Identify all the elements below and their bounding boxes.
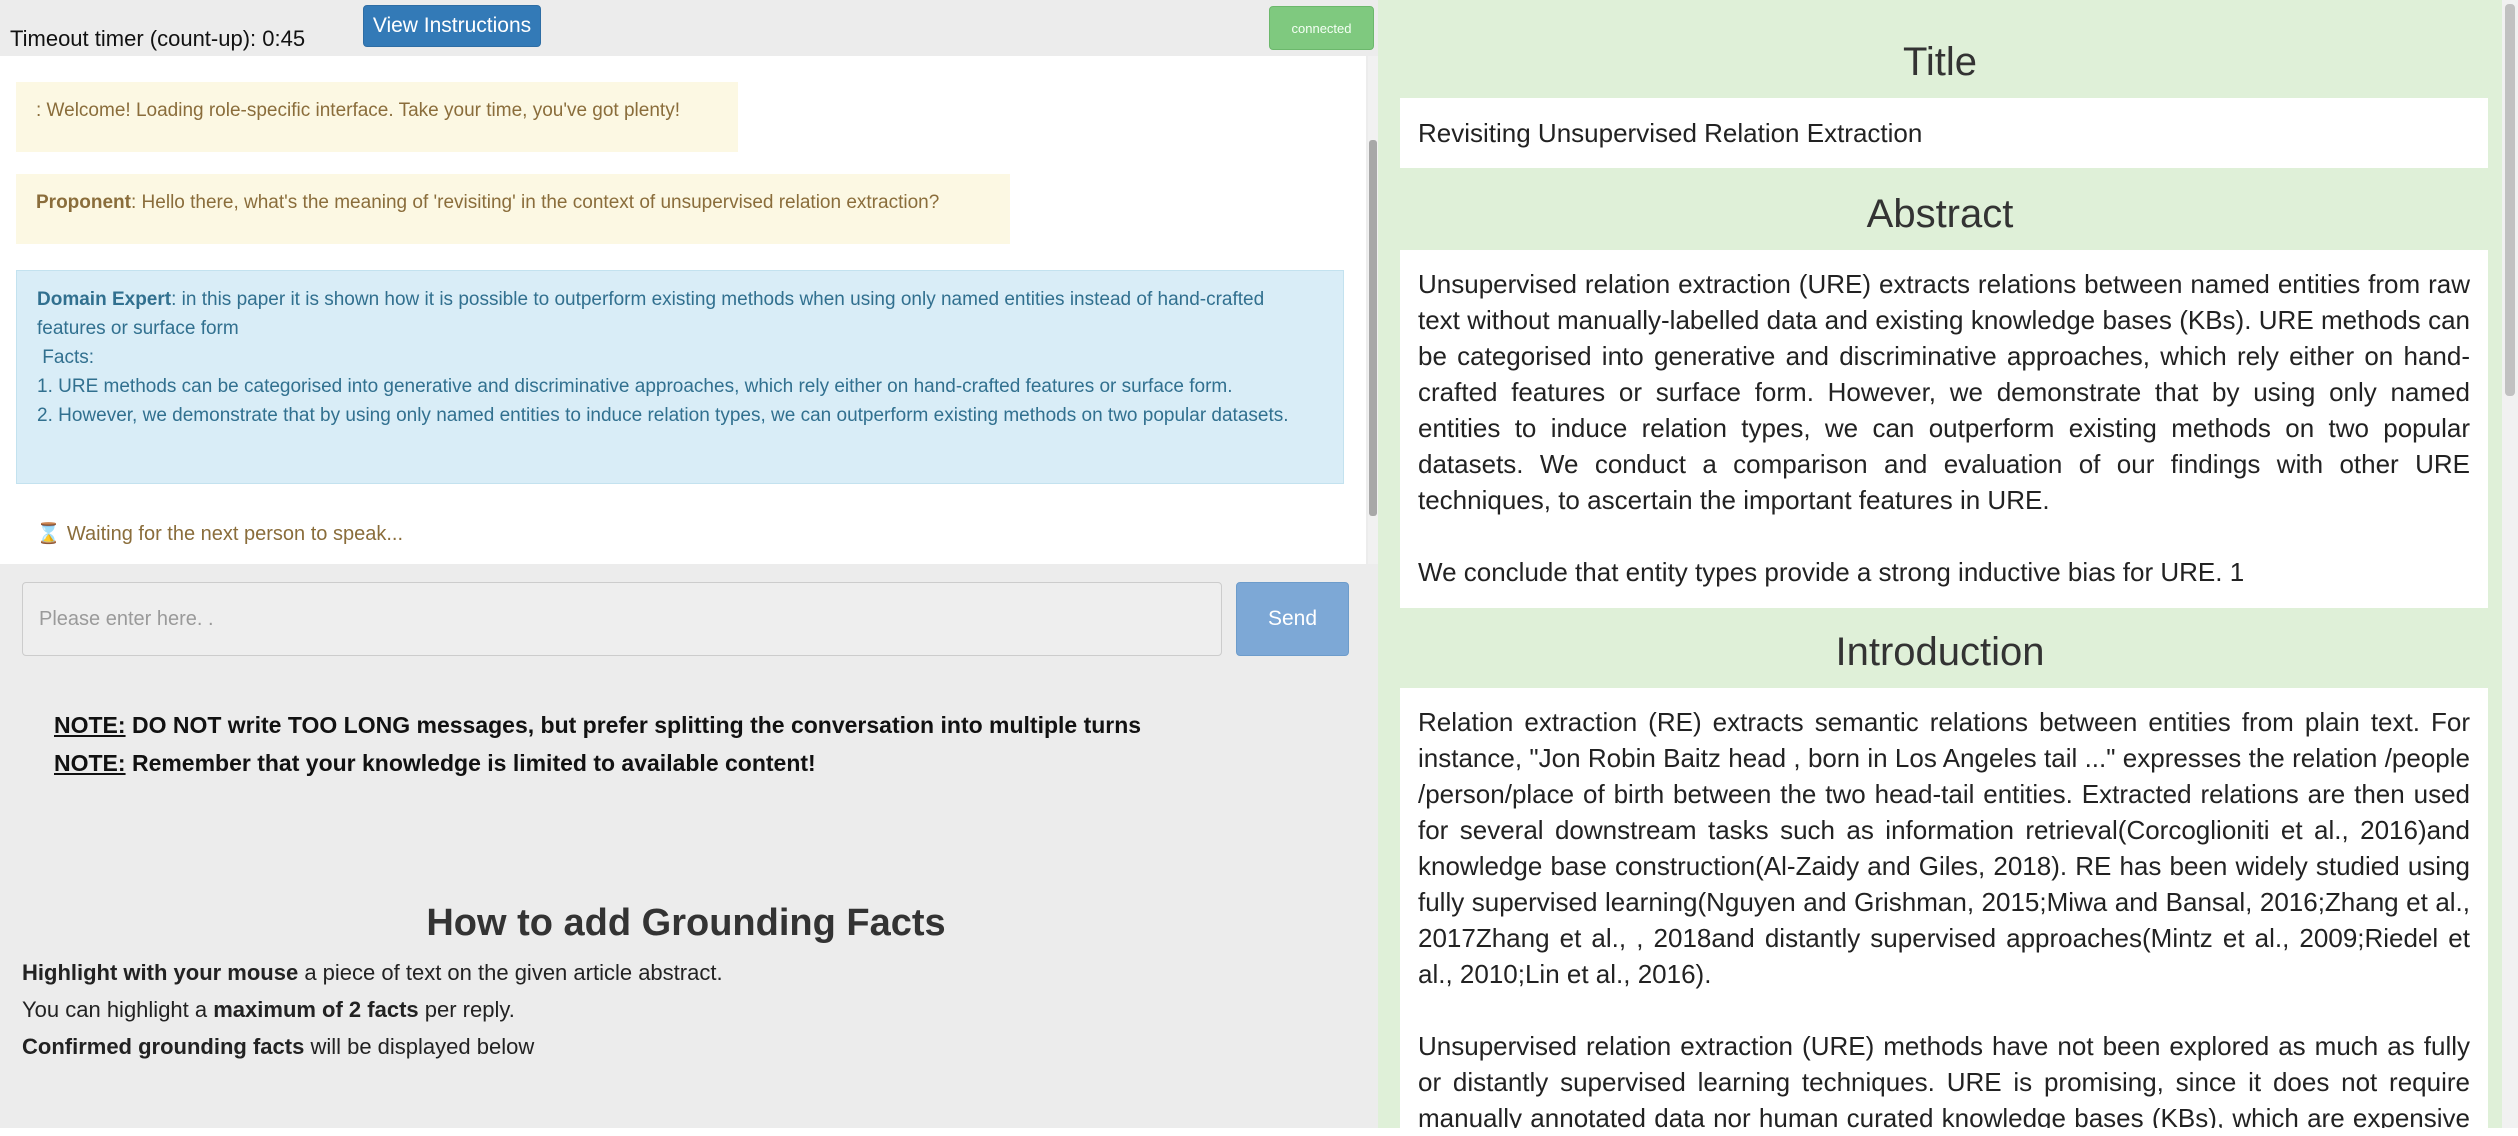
article-title[interactable]: Revisiting Unsupervised Relation Extract… [1400, 98, 2488, 168]
abstract-heading: Abstract [1866, 192, 2014, 236]
howto-line-maximum: You can highlight a maximum of 2 facts p… [22, 997, 515, 1023]
connection-status-button[interactable]: connected [1269, 6, 1374, 50]
fact-item: 1. URE methods can be categorised into g… [37, 376, 1233, 397]
abstract-text[interactable]: Unsupervised relation extraction (URE) e… [1400, 250, 2488, 608]
note-message-length: NOTE: DO NOT write TOO LONG messages, bu… [54, 712, 1141, 739]
grounding-facts-heading: How to add Grounding Facts [426, 902, 946, 944]
introduction-paragraph[interactable]: Unsupervised relation extraction (URE) m… [1418, 1028, 2470, 1136]
message-input-row: Send [0, 564, 1366, 664]
top-bar: Timeout timer (count-up): 0:45 View Inst… [0, 0, 1378, 56]
introduction-paragraph[interactable]: Relation extraction (RE) extracts semant… [1418, 704, 2470, 992]
message-text: : Welcome! Loading role-specific interfa… [36, 100, 680, 121]
timer-label: Timeout timer (count-up): [10, 26, 257, 51]
howto-line-confirmed: Confirmed grounding facts will be displa… [22, 1034, 534, 1060]
chat-message-proponent: Proponent: Hello there, what's the meani… [16, 174, 1010, 244]
waiting-indicator: ⌛ Waiting for the next person to speak... [36, 521, 403, 546]
note-knowledge-limit: NOTE: Remember that your knowledge is li… [54, 750, 816, 777]
hourglass-icon: ⌛ [36, 523, 61, 545]
timeout-timer: Timeout timer (count-up): 0:45 [10, 26, 305, 52]
introduction-text[interactable]: Relation extraction (RE) extracts semant… [1400, 688, 2488, 1136]
howto-text: per reply. [418, 997, 515, 1022]
howto-line-highlight: Highlight with your mouse a piece of tex… [22, 960, 723, 986]
article-scrollbar-thumb[interactable] [2505, 4, 2515, 396]
chat-messages[interactable]: : Welcome! Loading role-specific interfa… [0, 56, 1366, 564]
message-speaker: Proponent [36, 192, 131, 213]
howto-bold: Confirmed grounding facts [22, 1034, 305, 1059]
timer-value: 0:45 [262, 26, 306, 51]
chat-message-system: : Welcome! Loading role-specific interfa… [16, 82, 738, 152]
waiting-text: Waiting for the next person to speak... [66, 523, 404, 545]
chat-scrollbar-thumb[interactable] [1369, 140, 1377, 516]
title-heading: Title [1902, 40, 1978, 84]
article-panel[interactable]: Title Revisiting Unsupervised Relation E… [1378, 0, 2502, 1136]
howto-bold: Highlight with your mouse [22, 960, 299, 985]
howto-text: a piece of text on the given article abs… [298, 960, 723, 985]
message-input[interactable] [22, 582, 1222, 656]
facts-label: Facts: [42, 347, 95, 368]
chat-message-domain-expert: Domain Expert: in this paper it is shown… [16, 270, 1344, 484]
view-instructions-button[interactable]: View Instructions [363, 5, 541, 47]
chat-panel: Timeout timer (count-up): 0:45 View Inst… [0, 0, 1378, 1136]
howto-text: will be displayed below [304, 1034, 535, 1059]
abstract-paragraph[interactable]: Unsupervised relation extraction (URE) e… [1418, 266, 2470, 518]
note-label: NOTE: [54, 712, 126, 738]
message-text: : Hello there, what's the meaning of 're… [131, 192, 940, 213]
message-speaker: Domain Expert [37, 289, 172, 310]
howto-text: You can highlight a [22, 997, 214, 1022]
message-text: : in this paper it is shown how it is po… [37, 289, 1265, 339]
howto-bold: maximum of 2 facts [213, 997, 419, 1022]
fact-item: 2. However, we demonstrate that by using… [37, 405, 1289, 426]
bottom-edge [0, 1128, 2518, 1136]
note-text: Remember that your knowledge is limited … [125, 750, 816, 776]
note-label: NOTE: [54, 750, 126, 776]
send-button[interactable]: Send [1236, 582, 1349, 656]
abstract-paragraph[interactable]: We conclude that entity types provide a … [1418, 554, 2470, 590]
introduction-heading: Introduction [1835, 630, 2045, 674]
note-text: DO NOT write TOO LONG messages, but pref… [125, 712, 1142, 738]
